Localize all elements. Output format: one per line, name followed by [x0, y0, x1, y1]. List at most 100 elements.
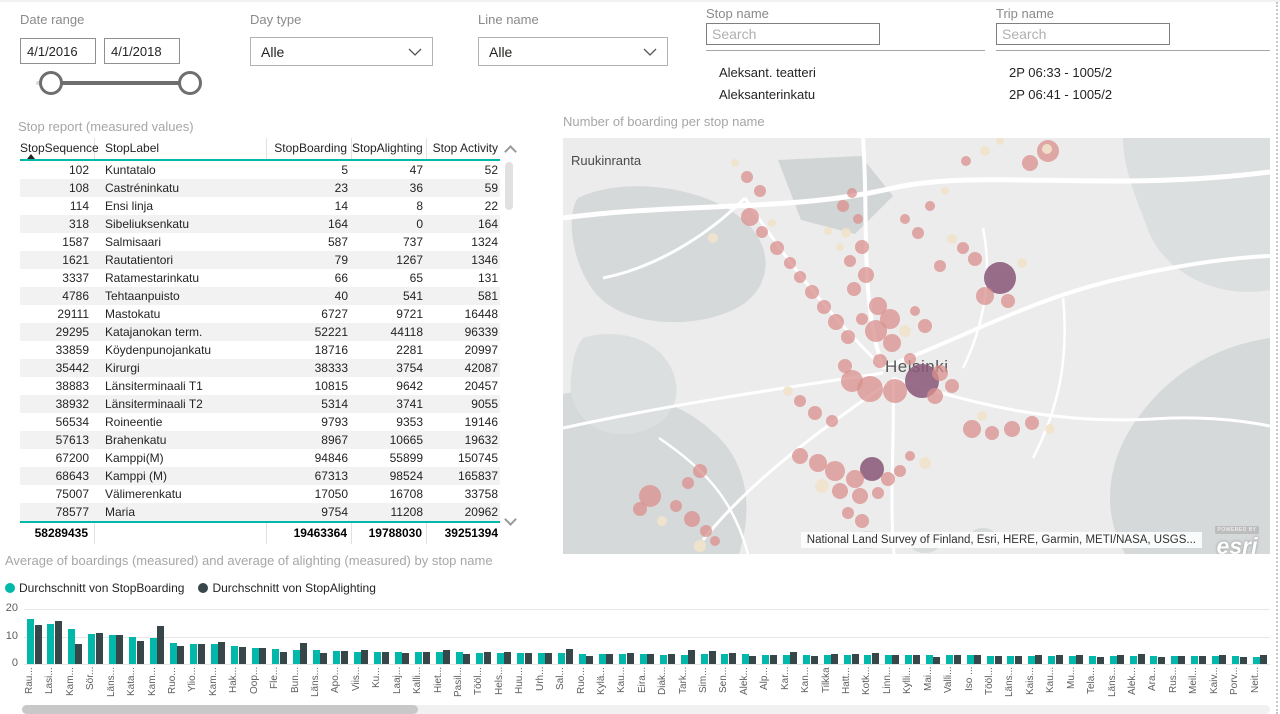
stop-name-search-input[interactable]	[706, 23, 880, 45]
bar-boarding[interactable]	[558, 653, 565, 664]
bar-alighting[interactable]	[504, 652, 511, 664]
bar-boarding[interactable]	[272, 649, 279, 664]
map-bubble[interactable]	[1017, 258, 1027, 268]
table-scrollbar-thumb[interactable]	[505, 162, 513, 210]
bar-alighting[interactable]	[259, 648, 266, 664]
bar-alighting[interactable]	[954, 655, 961, 664]
bar-alighting[interactable]	[729, 653, 736, 664]
bar-boarding[interactable]	[946, 655, 953, 664]
bar-alighting[interactable]	[218, 642, 225, 664]
bar-alighting[interactable]	[1158, 657, 1165, 664]
bar-alighting[interactable]	[913, 655, 920, 664]
map-bubble[interactable]	[844, 255, 856, 267]
bar-boarding[interactable]	[456, 652, 463, 664]
map-bubble[interactable]	[784, 257, 796, 269]
table-row[interactable]: 68643Kamppi (M)6731398524165837	[20, 467, 500, 485]
bar-alighting[interactable]	[423, 652, 430, 664]
map-bubble[interactable]	[741, 171, 753, 183]
bar-alighting[interactable]	[566, 649, 573, 664]
map-bubble[interactable]	[985, 426, 999, 440]
bar-boarding[interactable]	[293, 650, 300, 664]
table-row[interactable]: 35442Kirurgi38333375442087	[20, 359, 500, 377]
page-scrollbar[interactable]	[1276, 2, 1278, 714]
bar-boarding[interactable]	[824, 655, 831, 664]
bar-boarding[interactable]	[1130, 656, 1137, 664]
table-row[interactable]: 1587Salmisaari5877371324	[20, 233, 500, 251]
bar-alighting[interactable]	[1199, 656, 1206, 664]
bar-boarding[interactable]	[1191, 656, 1198, 664]
map-bubble[interactable]	[883, 379, 907, 403]
map-bubble[interactable]	[894, 465, 906, 477]
bar-boarding[interactable]	[1028, 656, 1035, 664]
map-bubble[interactable]	[670, 500, 682, 512]
bar-boarding[interactable]	[681, 655, 688, 664]
bar-boarding[interactable]	[742, 654, 749, 664]
legend-item-alighting[interactable]: Durchschnitt von StopAlighting	[198, 581, 375, 595]
table-row[interactable]: 56534Roineentie9793935319146	[20, 413, 500, 431]
date-end-input[interactable]	[104, 38, 180, 64]
bar-boarding[interactable]	[395, 652, 402, 664]
bar-alighting[interactable]	[382, 652, 389, 664]
bar-boarding[interactable]	[1212, 656, 1219, 664]
bar-alighting[interactable]	[586, 656, 593, 664]
bar-alighting[interactable]	[1015, 656, 1022, 664]
table-row[interactable]: 318Sibeliuksenkatu1640164	[20, 215, 500, 233]
map-bubble[interactable]	[682, 477, 694, 489]
bar-boarding[interactable]	[783, 655, 790, 664]
bar-boarding[interactable]	[170, 643, 177, 664]
bar-alighting[interactable]	[96, 633, 103, 664]
map-bubble[interactable]	[1001, 294, 1015, 308]
bar-alighting[interactable]	[443, 650, 450, 664]
bar-alighting[interactable]	[892, 655, 899, 664]
map-bubble[interactable]	[968, 252, 982, 266]
bar-alighting[interactable]	[852, 654, 859, 664]
bar-alighting[interactable]	[749, 656, 756, 664]
bar-boarding[interactable]	[599, 654, 606, 664]
bar-alighting[interactable]	[790, 652, 797, 664]
table-row[interactable]: 29295Katajanokan term.522214411896339	[20, 323, 500, 341]
bar-alighting[interactable]	[811, 656, 818, 664]
map-bubble[interactable]	[918, 319, 932, 333]
bar-boarding[interactable]	[660, 655, 667, 664]
bar-alighting[interactable]	[484, 652, 491, 664]
bar-alighting[interactable]	[55, 621, 62, 664]
map-bubble[interactable]	[980, 146, 990, 156]
bar-boarding[interactable]	[313, 650, 320, 664]
bar-boarding[interactable]	[109, 635, 116, 664]
map-bubble[interactable]	[855, 240, 869, 254]
table-scroll-down-icon[interactable]	[504, 513, 517, 526]
map-bubble[interactable]	[904, 353, 916, 365]
bar-boarding[interactable]	[436, 652, 443, 664]
bar-alighting[interactable]	[35, 625, 42, 664]
map-bubble[interactable]	[754, 185, 766, 197]
bar-boarding[interactable]	[1089, 656, 1096, 664]
bar-boarding[interactable]	[1171, 656, 1178, 664]
table-row[interactable]: 29111Mastokatu6727972116448	[20, 305, 500, 323]
bar-alighting[interactable]	[668, 654, 675, 664]
slider-handle-left[interactable]	[39, 71, 63, 95]
map-bubble[interactable]	[841, 330, 855, 344]
bar-alighting[interactable]	[709, 651, 716, 664]
map-bubble[interactable]	[883, 334, 901, 352]
map-bubble[interactable]	[963, 420, 981, 438]
map-bubble[interactable]	[841, 228, 851, 238]
bar-alighting[interactable]	[177, 646, 184, 664]
map-bubble[interactable]	[847, 188, 857, 198]
bar-boarding[interactable]	[1069, 656, 1076, 664]
bar-alighting[interactable]	[75, 644, 82, 664]
map-bubble[interactable]	[847, 282, 861, 296]
legend-item-boarding[interactable]: Durchschnitt von StopBoarding	[5, 581, 184, 595]
bar-boarding[interactable]	[640, 654, 647, 664]
map[interactable]: Ruukinranta Helsinki National Land Surve…	[563, 138, 1270, 554]
bar-alighting[interactable]	[300, 643, 307, 664]
bar-boarding[interactable]	[926, 655, 933, 664]
map-bubble[interactable]	[657, 516, 667, 526]
map-bubble[interactable]	[927, 388, 943, 404]
map-bubble[interactable]	[919, 457, 931, 469]
trip-name-item[interactable]: 2P 06:33 - 1005/2	[1009, 62, 1259, 84]
bar-boarding[interactable]	[415, 652, 422, 664]
column-header-stop-activity[interactable]: Stop Activity	[427, 138, 500, 159]
map-bubble[interactable]	[783, 386, 793, 396]
column-header-stopboarding[interactable]: StopBoarding	[267, 138, 352, 159]
table-row[interactable]: 75007Välimerenkatu170501670833758	[20, 485, 500, 503]
